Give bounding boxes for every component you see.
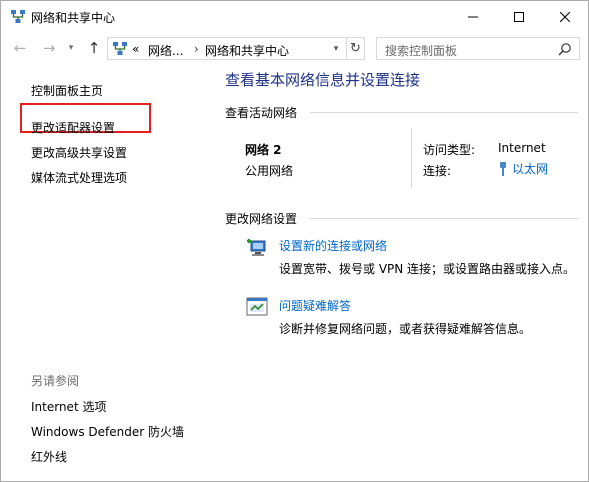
ethernet-connection-label[interactable]: 以太网	[512, 160, 548, 177]
refresh-icon: ↻	[350, 41, 361, 56]
page-title: 查看基本网络信息并设置连接	[225, 71, 421, 89]
maximize-icon	[514, 11, 524, 22]
breadcrumb-item-sharing-center[interactable]: 网络和共享中心	[205, 42, 289, 59]
close-icon	[560, 11, 570, 22]
troubleshoot-icon	[246, 297, 268, 316]
back-button[interactable]: ←	[11, 39, 29, 57]
recent-locations-button[interactable]: ▾	[65, 39, 77, 57]
ethernet-connection-link[interactable]: 以太网	[498, 160, 548, 177]
chevron-down-icon: ▾	[333, 43, 339, 54]
infrared-link[interactable]: 红外线	[31, 448, 67, 465]
address-dropdown-button[interactable]: ▾	[327, 38, 345, 59]
change-adapter-settings-link[interactable]: 更改适配器设置	[31, 119, 115, 136]
network-sharing-center-window: 网络和共享中心 ← → ▾ ↑ « 网络... › 网络和共享中心 ▾ ↻ 搜索…	[0, 0, 589, 482]
network-center-icon	[11, 10, 25, 23]
arrow-up-icon: ↑	[87, 39, 101, 57]
close-button[interactable]	[542, 1, 588, 32]
internet-options-link[interactable]: Internet 选项	[31, 398, 106, 415]
access-type-label: 访问类型:	[423, 143, 476, 157]
breadcrumb-prefix[interactable]: «	[132, 42, 139, 56]
change-network-settings-heading: 更改网络设置	[225, 212, 298, 226]
maximize-button[interactable]	[496, 1, 542, 32]
active-networks-heading: 查看活动网络	[225, 106, 298, 120]
network-name: 网络 2	[245, 143, 282, 157]
see-also-heading: 另请参阅	[31, 374, 80, 388]
access-type-value: Internet	[498, 141, 546, 155]
search-icon[interactable]	[558, 42, 572, 56]
divider	[310, 218, 578, 219]
vertical-divider	[411, 128, 412, 188]
arrow-left-icon: ←	[13, 39, 27, 57]
navigation-bar: ← → ▾ ↑ « 网络... › 网络和共享中心 ▾ ↻ 搜索控制面板	[1, 32, 588, 64]
setup-new-connection-link[interactable]: 设置新的连接或网络	[279, 237, 387, 254]
ethernet-icon	[500, 161, 506, 176]
window-title: 网络和共享中心	[31, 11, 116, 25]
address-bar[interactable]: « 网络... › 网络和共享中心 ▾ ↻	[107, 37, 365, 60]
network-category: 公用网络	[245, 164, 294, 178]
control-panel-icon	[113, 42, 127, 55]
search-box[interactable]: 搜索控制面板	[376, 37, 580, 60]
connections-label: 连接:	[423, 164, 452, 178]
minimize-button[interactable]	[450, 1, 496, 32]
troubleshoot-problems-description: 诊断并修复网络问题，或者获得疑难解答信息。	[279, 322, 532, 336]
forward-button[interactable]: →	[40, 39, 58, 57]
breadcrumb-item-network[interactable]: 网络...	[148, 42, 183, 59]
main-pane: 查看基本网络信息并设置连接 查看活动网络 网络 2 公用网络 访问类型: Int…	[206, 64, 588, 482]
windows-defender-firewall-link[interactable]: Windows Defender 防火墙	[31, 423, 184, 440]
chevron-down-icon: ▾	[68, 43, 74, 53]
setup-new-connection-description: 设置宽带、拨号或 VPN 连接；或设置路由器或接入点。	[279, 262, 576, 276]
search-input[interactable]: 搜索控制面板	[385, 42, 457, 59]
new-connection-icon	[247, 239, 266, 256]
breadcrumb-separator[interactable]: ›	[194, 42, 199, 56]
divider	[310, 112, 578, 113]
minimize-icon	[468, 16, 478, 17]
up-button[interactable]: ↑	[85, 39, 103, 57]
media-streaming-options-link[interactable]: 媒体流式处理选项	[31, 169, 127, 186]
refresh-button[interactable]: ↻	[346, 38, 364, 59]
title-bar[interactable]: 网络和共享中心	[1, 1, 588, 32]
troubleshoot-problems-link[interactable]: 问题疑难解答	[279, 297, 351, 314]
arrow-right-icon: →	[42, 39, 56, 57]
left-pane: 控制面板主页 更改适配器设置 更改高级共享设置 媒体流式处理选项 另请参阅 In…	[1, 64, 206, 482]
control-panel-home-link[interactable]: 控制面板主页	[31, 82, 103, 99]
change-advanced-sharing-link[interactable]: 更改高级共享设置	[31, 144, 127, 161]
